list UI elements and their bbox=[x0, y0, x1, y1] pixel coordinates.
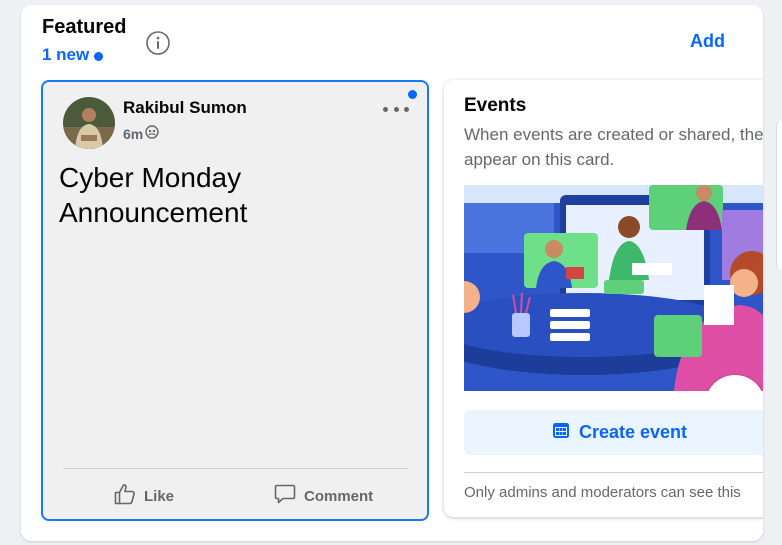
post-author[interactable]: Rakibul Sumon bbox=[123, 98, 247, 118]
group-audience-icon bbox=[145, 125, 159, 142]
more-options-icon[interactable] bbox=[383, 102, 409, 116]
post-text: Cyber Monday Announcement bbox=[59, 162, 248, 228]
like-label: Like bbox=[144, 487, 175, 505]
create-event-button[interactable]: Create event bbox=[464, 410, 763, 455]
events-divider bbox=[464, 472, 763, 473]
create-event-label: Create event bbox=[578, 422, 688, 442]
events-title: Events bbox=[464, 95, 527, 116]
info-icon[interactable] bbox=[146, 31, 170, 55]
like-icon bbox=[113, 482, 137, 510]
next-panel-edge bbox=[776, 120, 782, 270]
comment-label: Comment bbox=[304, 487, 374, 505]
new-dot-icon bbox=[94, 52, 104, 61]
featured-title: Featured bbox=[42, 16, 127, 38]
comment-icon bbox=[273, 482, 297, 510]
events-illustration bbox=[464, 185, 763, 391]
featured-panel: Featured 1 new Add Rakibul Sumon 6m Cybe… bbox=[21, 5, 763, 541]
featured-post-card[interactable]: Rakibul Sumon 6m Cyber Monday Announceme… bbox=[41, 80, 429, 521]
post-time-label: 6m bbox=[123, 125, 144, 142]
post-time: 6m bbox=[123, 125, 159, 142]
like-button[interactable]: Like bbox=[113, 482, 174, 510]
add-button[interactable]: Add bbox=[690, 31, 725, 52]
events-description: When events are created or shared, they … bbox=[464, 125, 763, 169]
calendar-icon bbox=[551, 420, 571, 445]
events-visibility-note: Only admins and moderators can see this bbox=[464, 484, 741, 501]
new-count-indicator[interactable]: 1 new bbox=[42, 45, 104, 65]
card-divider bbox=[63, 468, 408, 469]
new-count-label: 1 new bbox=[42, 45, 90, 64]
comment-button[interactable]: Comment bbox=[273, 482, 373, 510]
events-card: Events When events are created or shared… bbox=[444, 80, 763, 517]
unread-dot-icon bbox=[408, 90, 417, 99]
avatar[interactable] bbox=[63, 97, 115, 149]
